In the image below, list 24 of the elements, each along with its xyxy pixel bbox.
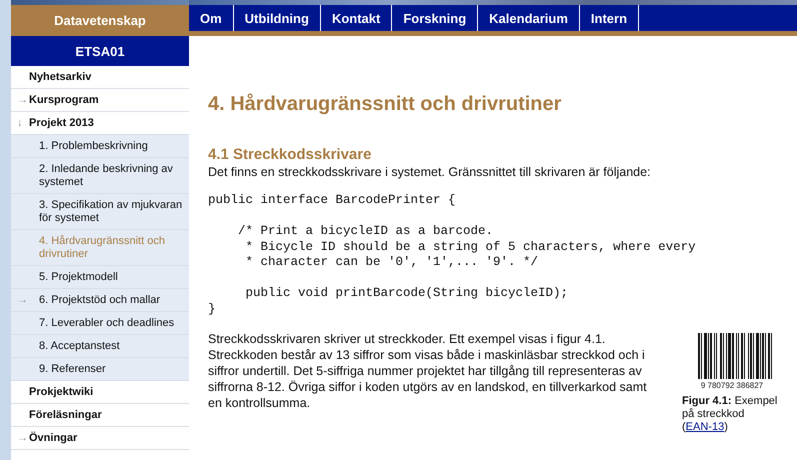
ean-link[interactable]: EAN-13 — [686, 421, 724, 433]
page-title: 4. Hårdvarugränssnitt och drivrutiner — [208, 93, 562, 116]
body-paragraph: Streckkodsskrivaren skriver ut streckkoder. Ett exempel visas i figur 4.1. Streckkoden består av 13 siffror som visas både i maskinläsbar streckkod och i siffror undertill. Det 5-siffriga nummer projektet har tillgång till representeras av siffrorna 8-12. Övriga siffor i koden utgörs av en landskod, en tillverkarkod samt en kontrollsumma. — [208, 331, 648, 412]
sidebar-subitem[interactable]: 5. Projektmodell — [11, 266, 189, 289]
sidebar-subitem[interactable]: 2. Inledande beskrivning av systemet — [11, 158, 189, 194]
nav-link[interactable]: Kontakt — [320, 5, 392, 31]
sidebar-subitem[interactable]: 9. Referenser — [11, 358, 189, 381]
nav-link[interactable]: Om — [189, 5, 234, 31]
sidebar-subitem[interactable]: 3. Specifikation av mjukvaran för systemet — [11, 194, 189, 230]
sidebar-subitem[interactable]: → 6. Projektstöd och mallar — [11, 289, 189, 312]
nav-link[interactable]: Utbildning — [234, 5, 321, 31]
nav-link[interactable]: Kalendarium — [478, 5, 580, 31]
nav-link[interactable]: Intern — [580, 5, 640, 31]
sidebar-subitem[interactable]: 1. Problembeskrivning — [11, 135, 189, 158]
sidebar-subitem[interactable]: 8. Acceptanstest — [11, 335, 189, 358]
nav-link[interactable]: Forskning — [392, 5, 478, 31]
section-title: 4.1 Streckkodsskrivare — [208, 146, 372, 163]
barcode-drawing: 9 780792 386827 — [692, 331, 772, 391]
course-title: ETSA01 — [11, 36, 189, 66]
site-title: Datavetenskap — [11, 5, 189, 36]
intro-paragraph: Det finns en streckkodsskrivare i systemet. Gränssnittet till skrivaren är följande: — [208, 165, 652, 179]
code-listing: public interface BarcodePrinter { /* Print a bicycleID as a barcode. * Bicycle ID should be a string of 5 characters, where every * character can be '0', '1',... '9'. */ public void printBarcode(String bicycleID); } — [208, 193, 697, 317]
sidebar-subitem[interactable]: 7. Leverabler och deadlines — [11, 312, 189, 335]
figure-caption: Figur 4.1: Exempel på streckkod (EAN-13) — [682, 395, 778, 434]
